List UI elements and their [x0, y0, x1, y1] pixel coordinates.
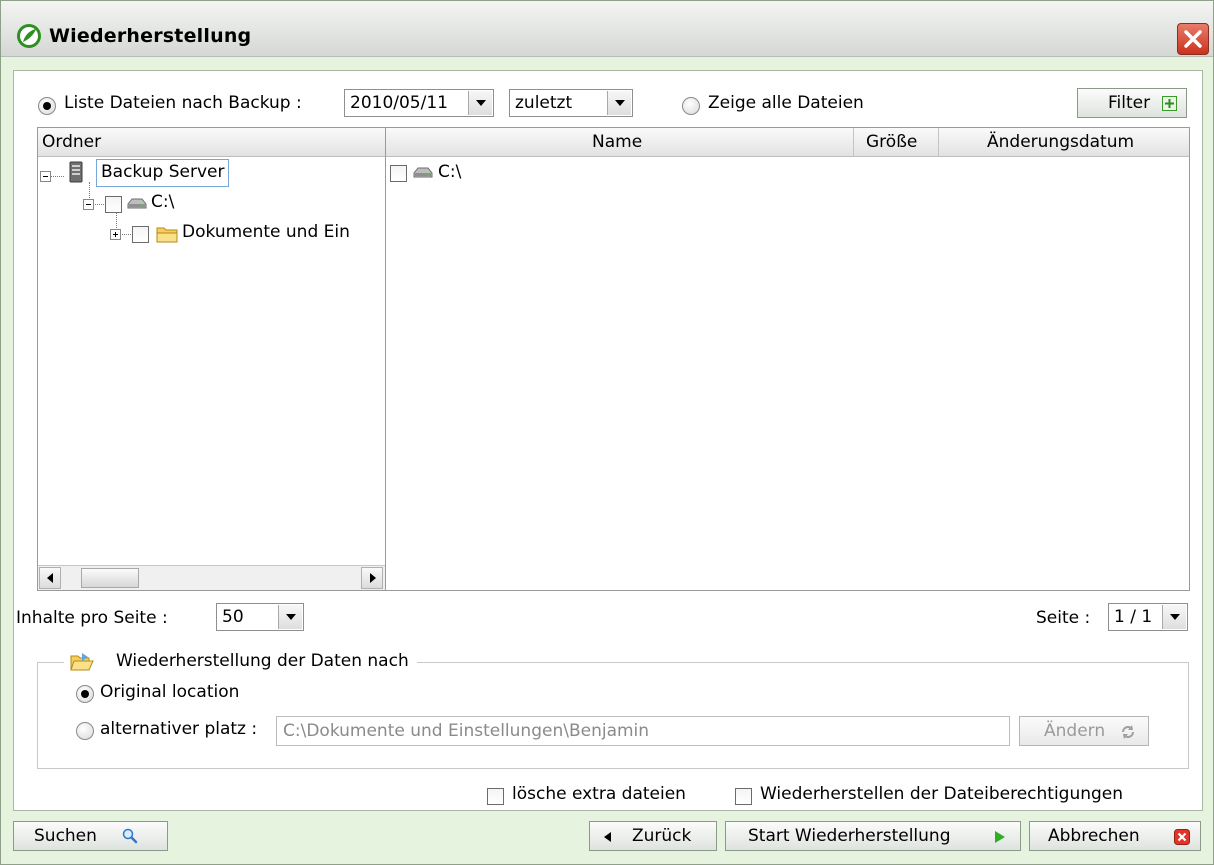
- row-checkbox[interactable]: [390, 165, 407, 182]
- restore-target-legend: Wiederherstellung der Daten nach: [64, 651, 417, 671]
- tree-checkbox-documents[interactable]: [132, 226, 149, 243]
- refresh-icon: [1122, 725, 1134, 739]
- page-label: Seite :: [1036, 608, 1091, 628]
- size-column-label: Größe: [866, 132, 918, 152]
- drive-icon: [413, 167, 433, 178]
- window-title: Wiederherstellung: [49, 25, 252, 47]
- search-button-label: Suchen: [34, 826, 97, 846]
- name-column-label: Name: [592, 132, 643, 152]
- restore-permissions-checkbox[interactable]: [735, 788, 752, 805]
- main-panel: Liste Dateien nach Backup : 2010/05/11 z…: [13, 70, 1203, 811]
- alternative-path-value: C:\Dokumente und Einstellungen\Benjamin: [283, 721, 650, 741]
- scroll-left-button[interactable]: [39, 567, 61, 589]
- backup-date-value: 2010/05/11: [350, 93, 448, 113]
- backup-version-value: zuletzt: [515, 93, 573, 113]
- chevron-down-icon: [1162, 605, 1186, 629]
- title-bar: Wiederherstellung: [1, 1, 1213, 57]
- back-button-label: Zurück: [632, 826, 692, 846]
- chevron-down-icon: [468, 91, 492, 115]
- tree-checkbox-c-drive[interactable]: [105, 196, 122, 213]
- tree-node-c-drive-label[interactable]: C:\: [151, 192, 174, 212]
- start-restore-button[interactable]: Start Wiederherstellung: [725, 821, 1021, 851]
- hscroll-thumb[interactable]: [81, 568, 139, 588]
- filter-button[interactable]: Filter: [1077, 88, 1187, 118]
- search-button[interactable]: Suchen: [13, 821, 168, 851]
- search-icon: [122, 828, 138, 844]
- per-page-select[interactable]: 50: [216, 603, 304, 631]
- delete-extra-label: lösche extra dateien: [512, 784, 686, 804]
- tree-expander-documents[interactable]: [110, 229, 121, 240]
- tree-expander-c-drive[interactable]: [83, 199, 94, 210]
- chevron-down-icon: [278, 605, 302, 629]
- page-value: 1 / 1: [1114, 607, 1153, 627]
- arrow-right-icon: [370, 573, 376, 583]
- filter-button-label: Filter: [1108, 93, 1151, 113]
- size-column-header[interactable]: Größe: [854, 128, 939, 157]
- tree-expander-backup-server[interactable]: [40, 171, 51, 182]
- arrow-left-icon: [47, 573, 53, 583]
- restore-target-legend-label: Wiederherstellung der Daten nach: [116, 651, 409, 671]
- tree-connector: [50, 176, 64, 177]
- scroll-right-button[interactable]: [361, 567, 383, 589]
- row-name: C:\: [438, 162, 462, 182]
- restore-window: Wiederherstellung Liste Dateien nach Bac…: [0, 0, 1214, 865]
- drive-icon: [127, 198, 147, 209]
- tree-connector: [89, 182, 90, 198]
- radio-alternative-location[interactable]: [76, 722, 94, 740]
- table-row[interactable]: C:\: [386, 160, 1186, 188]
- close-button[interactable]: [1177, 23, 1209, 55]
- modified-column-label: Änderungsdatum: [987, 132, 1135, 152]
- change-path-label: Ändern: [1044, 721, 1106, 741]
- radio-original-location-label: Original location: [100, 682, 240, 702]
- delete-extra-checkbox[interactable]: [487, 788, 504, 805]
- start-restore-label: Start Wiederherstellung: [748, 826, 951, 846]
- server-icon: [69, 161, 83, 183]
- folder-open-icon: [70, 653, 94, 671]
- chevron-down-icon: [607, 91, 631, 115]
- radio-original-location[interactable]: [76, 685, 94, 703]
- modified-column-header[interactable]: Änderungsdatum: [939, 128, 1189, 157]
- cancel-button[interactable]: Abbrechen: [1029, 821, 1201, 851]
- tree-node-backup-server[interactable]: Backup Server: [96, 159, 230, 187]
- arrow-left-icon: [604, 832, 611, 842]
- file-list-pane: Name Größe Änderungsdatum C:\: [386, 127, 1190, 591]
- restore-permissions-label: Wiederherstellen der Dateiberechtigungen: [760, 784, 1124, 804]
- backup-date-select[interactable]: 2010/05/11: [344, 89, 494, 117]
- radio-show-all-files[interactable]: [682, 97, 700, 115]
- change-path-button[interactable]: Ändern: [1019, 716, 1149, 746]
- alternative-path-field[interactable]: C:\Dokumente und Einstellungen\Benjamin: [276, 716, 1010, 746]
- radio-list-by-backup[interactable]: [38, 97, 56, 115]
- tree-node-documents-label[interactable]: Dokumente und Ein: [182, 222, 350, 242]
- per-page-label: Inhalte pro Seite :: [16, 608, 168, 628]
- backup-version-select[interactable]: zuletzt: [509, 89, 633, 117]
- radio-show-all-files-label: Zeige alle Dateien: [708, 93, 864, 113]
- folder-column-header[interactable]: Ordner: [38, 128, 385, 157]
- tree-node-backup-server-label: Backup Server: [101, 162, 225, 182]
- back-button[interactable]: Zurück: [589, 821, 717, 851]
- play-icon: [995, 831, 1005, 843]
- cancel-icon: [1174, 829, 1190, 845]
- folder-tree-pane: Ordner Backup Server C:\ Dokumente und E…: [37, 127, 386, 591]
- app-logo-icon: [17, 24, 41, 48]
- folder-icon: [156, 227, 178, 243]
- plus-icon: [1162, 96, 1177, 111]
- per-page-value: 50: [222, 607, 244, 627]
- page-select[interactable]: 1 / 1: [1108, 603, 1188, 631]
- cancel-button-label: Abbrechen: [1048, 826, 1140, 846]
- folder-column-label: Ordner: [42, 132, 102, 152]
- folder-tree-hscrollbar[interactable]: [38, 565, 385, 590]
- radio-alternative-location-label: alternativer platz :: [100, 719, 258, 739]
- radio-list-by-backup-label: Liste Dateien nach Backup :: [64, 93, 302, 113]
- name-column-header[interactable]: Name: [386, 128, 854, 157]
- close-icon: [1184, 30, 1202, 48]
